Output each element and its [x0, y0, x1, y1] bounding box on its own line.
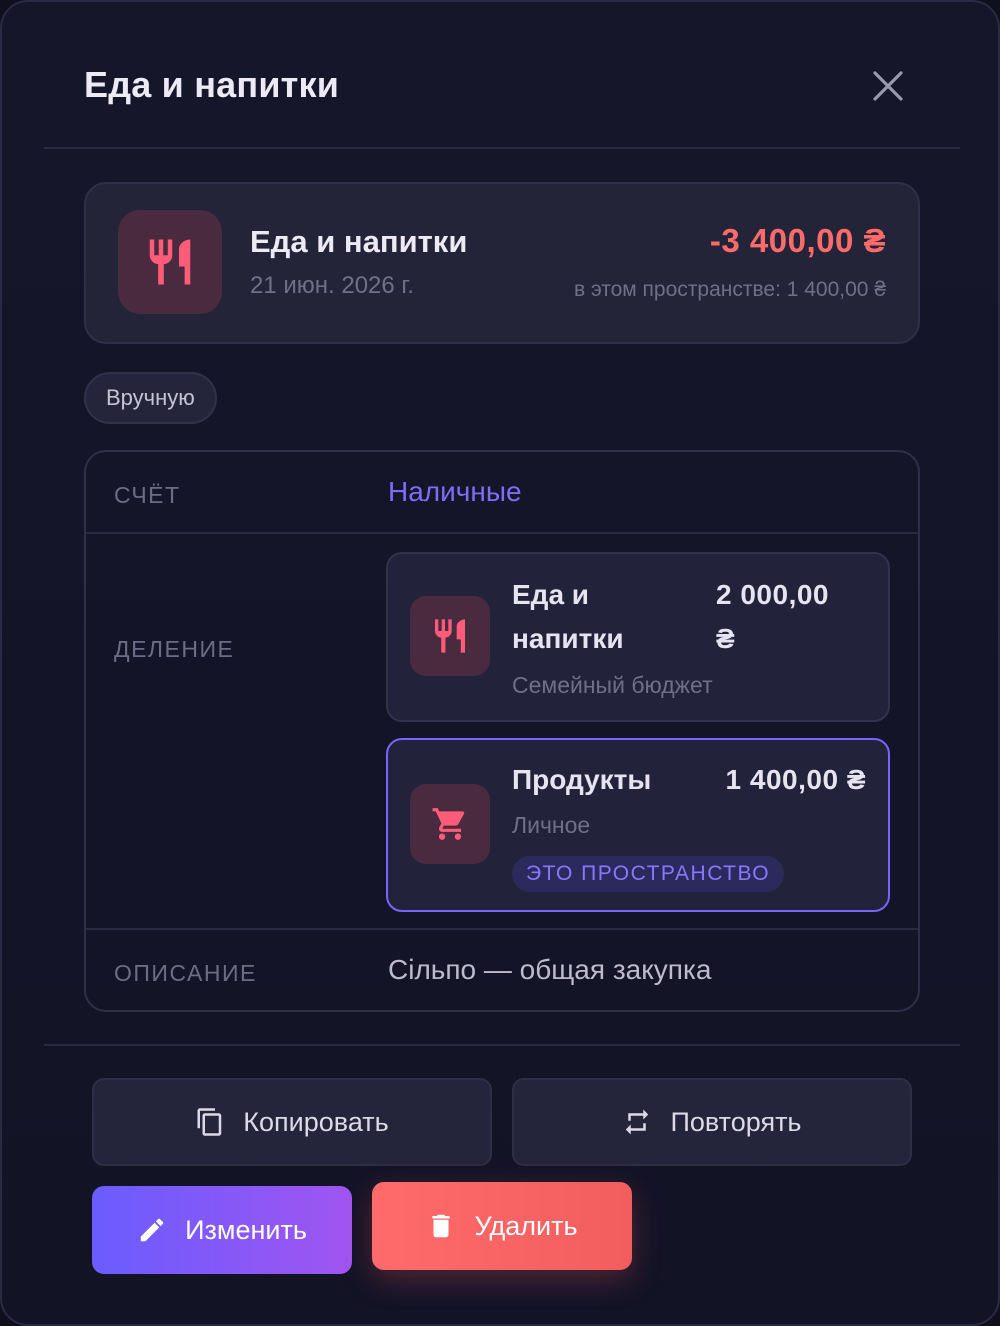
summary-space-amount: в этом пространстве: 1 400,00 ₴: [573, 278, 886, 301]
split-item-groceries[interactable]: Продукты 1 400,00 ₴ Личное ЭТО ПРОСТРАНС…: [386, 738, 890, 912]
delete-label: Удалить: [474, 1210, 578, 1241]
split-amount: 1 400,00 ₴: [725, 764, 866, 795]
this-space-badge: ЭТО ПРОСТРАНСТВО: [512, 856, 785, 892]
footer-divider: [44, 1044, 960, 1046]
split-name: Еда и: [512, 579, 590, 610]
summary-amount: -3 400,00 ₴: [709, 222, 886, 259]
edit-label: Изменить: [185, 1214, 307, 1245]
transaction-modal: Еда и напитки Еда и напитки 21 июн. 2026…: [0, 0, 1000, 1326]
copy-button[interactable]: Копировать: [92, 1078, 492, 1166]
category-icon-box: [118, 210, 222, 314]
details-table: СЧЁТ Наличные ДЕЛЕНИЕ Еда и напитки 2 00…: [84, 450, 920, 1012]
account-label: СЧЁТ: [114, 482, 181, 508]
shopping-cart-icon: [432, 808, 465, 840]
split-name: Продукты: [512, 764, 652, 795]
split-icon-box: [410, 596, 490, 676]
split-amount-currency: ₴: [716, 623, 736, 654]
delete-button[interactable]: Удалить: [372, 1182, 632, 1270]
pencil-icon: [140, 1218, 164, 1242]
description-value: Сільпо — общая закупка: [388, 954, 712, 985]
modal-title: Еда и напитки: [84, 64, 340, 105]
transaction-summary-card: Еда и напитки 21 июн. 2026 г. -3 400,00 …: [84, 182, 920, 344]
repeat-icon: [626, 1109, 649, 1135]
split-name-line2: напитки: [512, 623, 624, 654]
split-budget: Личное: [512, 812, 591, 838]
row-divider: [86, 928, 918, 930]
split-budget: Семейный бюджет: [512, 672, 713, 698]
copy-label: Копировать: [243, 1106, 389, 1137]
close-icon: [873, 71, 903, 101]
copy-icon: [197, 1108, 222, 1136]
restaurant-icon: [149, 239, 191, 285]
restaurant-icon: [435, 619, 465, 653]
summary-date: 21 июн. 2026 г.: [250, 272, 414, 299]
modal-header: Еда и напитки: [44, 2, 960, 149]
edit-button[interactable]: Изменить: [92, 1186, 352, 1274]
repeat-button[interactable]: Повторять: [512, 1078, 912, 1166]
split-icon-box: [410, 784, 490, 864]
summary-category-name: Еда и напитки: [250, 224, 468, 259]
split-item-food[interactable]: Еда и напитки 2 000,00 ₴ Семейный бюджет: [386, 552, 890, 722]
split-label: ДЕЛЕНИЕ: [114, 636, 235, 662]
row-divider: [86, 532, 918, 534]
account-link[interactable]: Наличные: [388, 476, 522, 508]
trash-icon: [432, 1214, 451, 1238]
description-label: ОПИСАНИЕ: [114, 960, 257, 986]
repeat-label: Повторять: [670, 1106, 802, 1137]
source-chip: Вручную: [84, 372, 217, 424]
split-amount: 2 000,00: [716, 579, 829, 610]
close-button[interactable]: [870, 68, 906, 104]
